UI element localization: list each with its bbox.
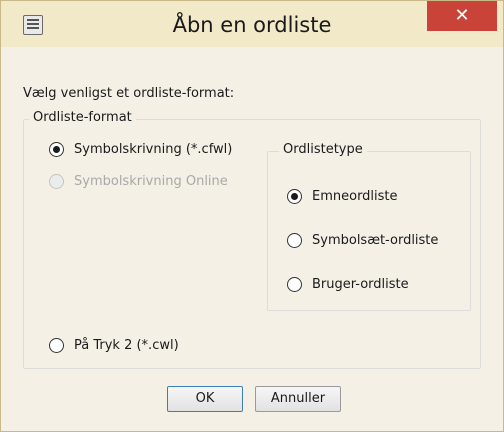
radio-label: Bruger-ordliste bbox=[312, 277, 409, 292]
type-group-label: Ordlistetype bbox=[279, 142, 367, 157]
radio-label: Emneordliste bbox=[312, 189, 398, 204]
radio-button-checked[interactable] bbox=[287, 189, 302, 204]
format-group-label: Ordliste-format bbox=[29, 110, 136, 125]
radio-button[interactable] bbox=[287, 277, 302, 292]
radio-symbolskrivning-online: Symbolskrivning Online bbox=[49, 174, 228, 189]
format-prompt: Vælg venligst et ordliste-format: bbox=[23, 86, 235, 101]
close-button[interactable]: ✕ bbox=[427, 1, 497, 31]
radio-symbolskrivning[interactable]: Symbolskrivning (*.cfwl) bbox=[49, 142, 232, 157]
cancel-button[interactable]: Annuller bbox=[255, 386, 341, 412]
radio-label: Symbolskrivning Online bbox=[74, 174, 228, 189]
radio-label: Symbolskrivning (*.cfwl) bbox=[74, 142, 233, 157]
radio-paa-tryk-2[interactable]: På Tryk 2 (*.cwl) bbox=[49, 338, 179, 353]
radio-label: På Tryk 2 (*.cwl) bbox=[74, 338, 179, 353]
close-icon: ✕ bbox=[454, 5, 470, 26]
radio-button[interactable] bbox=[287, 233, 302, 248]
ok-button[interactable]: OK bbox=[167, 386, 243, 412]
radio-button-checked[interactable] bbox=[49, 142, 64, 157]
dialog-window: Åbn en ordliste ✕ Vælg venligst et ordli… bbox=[0, 0, 504, 432]
radio-symbolsaet-ordliste[interactable]: Symbolsæt-ordliste bbox=[287, 233, 438, 248]
radio-label: Symbolsæt-ordliste bbox=[312, 233, 439, 248]
radio-emneordliste[interactable]: Emneordliste bbox=[287, 189, 398, 204]
title-bar[interactable]: Åbn en ordliste ✕ bbox=[1, 1, 503, 47]
radio-button[interactable] bbox=[49, 338, 64, 353]
radio-button-disabled bbox=[49, 174, 64, 189]
radio-bruger-ordliste[interactable]: Bruger-ordliste bbox=[287, 277, 409, 292]
